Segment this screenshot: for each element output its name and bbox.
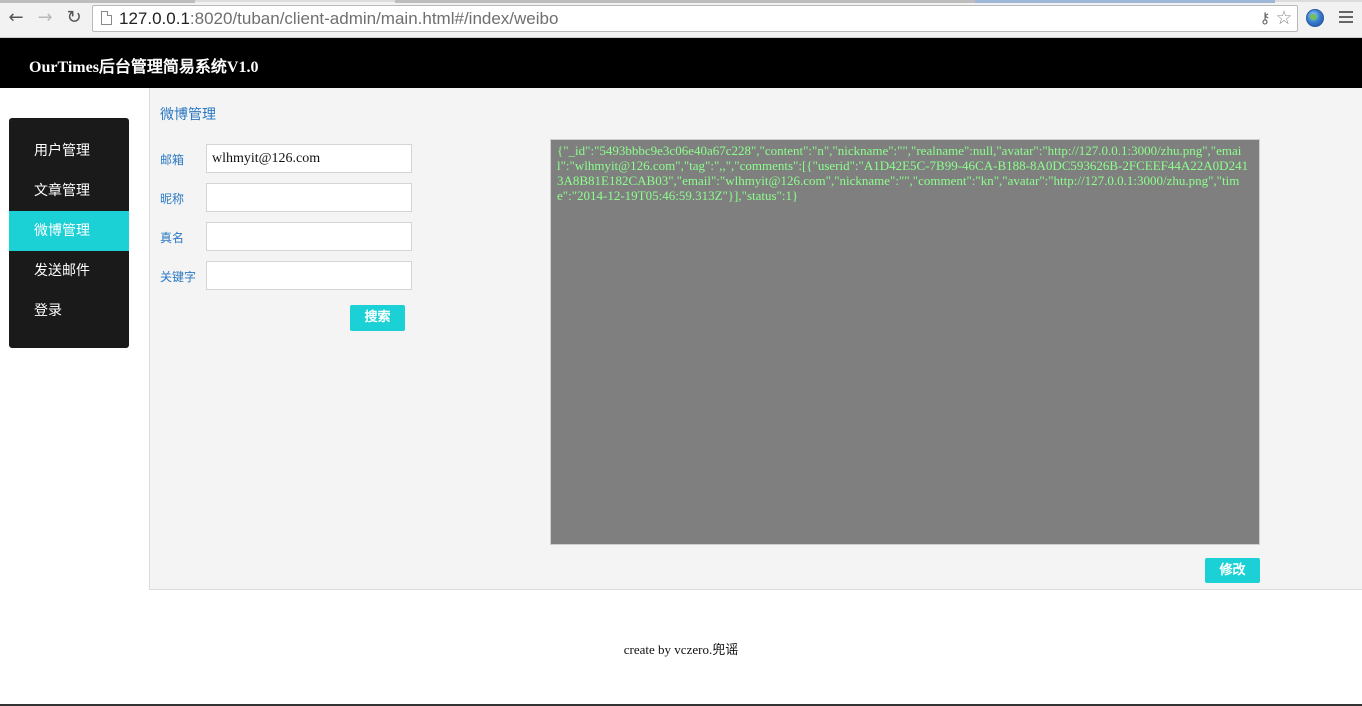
url-host: 127.0.0.1 — [119, 9, 190, 28]
keyword-field[interactable] — [206, 261, 412, 290]
app-header: OurTimes后台管理简易系统V1.0 — [0, 38, 1362, 88]
page-title: 微博管理 — [160, 107, 216, 123]
sidebar-item-send-mail[interactable]: 发送邮件 — [9, 251, 129, 291]
address-bar[interactable]: 127.0.0.1:8020/tuban/client-admin/main.h… — [92, 5, 1298, 32]
reload-icon[interactable]: ↻ — [64, 8, 84, 28]
email-label: 邮箱 — [160, 153, 185, 167]
nickname-field[interactable] — [206, 183, 412, 212]
realname-field[interactable] — [206, 222, 412, 251]
browser-tab[interactable] — [395, 0, 975, 3]
nickname-label: 昵称 — [160, 192, 185, 206]
page-icon — [101, 11, 112, 25]
search-button[interactable]: 搜索 — [350, 305, 405, 331]
realname-label: 真名 — [160, 231, 185, 245]
sidebar-item-weibo[interactable]: 微博管理 — [9, 211, 129, 251]
footer-credit: create by vczero.兜谣 — [623, 642, 739, 657]
sidebar-item-users[interactable]: 用户管理 — [9, 131, 129, 171]
menu-icon[interactable] — [1339, 11, 1353, 25]
key-icon[interactable]: ⚷ — [1257, 9, 1273, 29]
back-arrow-icon[interactable]: ← — [6, 8, 26, 28]
url-text: 127.0.0.1:8020/tuban/client-admin/main.h… — [119, 9, 558, 29]
bookmark-star-icon[interactable]: ☆ — [1274, 8, 1294, 28]
email-field[interactable] — [206, 144, 412, 173]
sidebar-item-articles[interactable]: 文章管理 — [9, 171, 129, 211]
modify-button[interactable]: 修改 — [1205, 558, 1260, 583]
sidebar: 用户管理 文章管理 微博管理 发送邮件 登录 — [9, 118, 129, 348]
app-title: OurTimes后台管理简易系统V1.0 — [29, 59, 259, 76]
url-path: :8020/tuban/client-admin/main.html#/inde… — [189, 9, 559, 28]
keyword-label: 关键字 — [160, 270, 197, 284]
forward-arrow-icon[interactable]: → — [35, 8, 55, 28]
browser-toolbar: ← → ↻ 127.0.0.1:8020/tuban/client-admin/… — [0, 0, 1362, 38]
globe-extension-icon[interactable] — [1306, 9, 1324, 27]
browser-tab[interactable] — [0, 0, 195, 3]
json-editor[interactable]: {"_id":"5493bbbc9e3c06e40a67c228","conte… — [550, 139, 1260, 545]
sidebar-item-login[interactable]: 登录 — [9, 291, 129, 331]
browser-tab[interactable] — [975, 0, 1275, 3]
